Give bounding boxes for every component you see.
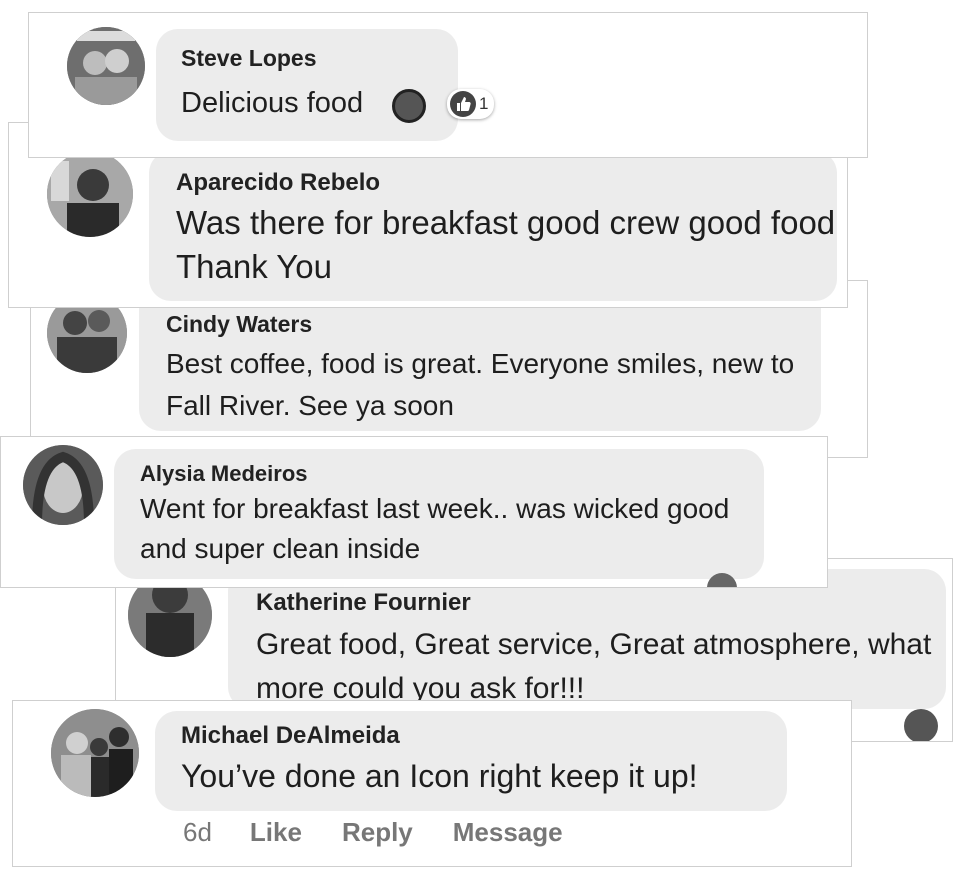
comment-text: Was there for breakfast good crew good f… bbox=[176, 204, 836, 285]
like-link[interactable]: Like bbox=[250, 817, 302, 847]
comment-text: You’ve done an Icon right keep it up! bbox=[181, 758, 698, 794]
comment-text: Great food, Great service, Great atmosph… bbox=[256, 628, 932, 705]
commenter-name[interactable]: Steve Lopes bbox=[181, 45, 317, 72]
avatar[interactable] bbox=[67, 27, 145, 105]
commenter-name[interactable]: Aparecido Rebelo bbox=[176, 169, 380, 197]
reaction-icon[interactable] bbox=[904, 709, 938, 741]
commenter-name[interactable]: Katherine Fournier bbox=[256, 589, 471, 617]
message-link[interactable]: Message bbox=[453, 817, 563, 847]
comment-text: Went for breakfast last week.. was wicke… bbox=[140, 493, 730, 564]
comment-timestamp: 6d bbox=[183, 817, 212, 847]
reaction-count: 1 bbox=[479, 94, 489, 113]
thumbs-up-icon bbox=[450, 91, 476, 117]
avatar[interactable] bbox=[23, 445, 103, 525]
avatar[interactable] bbox=[47, 151, 133, 237]
comment-card-alysia: Alysia Medeiros Went for breakfast last … bbox=[0, 436, 828, 588]
food-emoji-icon bbox=[392, 89, 426, 123]
reaction-badge[interactable]: 1 bbox=[447, 89, 495, 119]
reply-link[interactable]: Reply bbox=[342, 817, 413, 847]
comment-card-michael: Michael DeAlmeida You’ve done an Icon ri… bbox=[12, 700, 852, 867]
comment-card-steve: Steve Lopes Delicious food 1 bbox=[28, 12, 868, 158]
comment-text: Best coffee, food is great. Everyone smi… bbox=[166, 348, 795, 421]
commenter-name[interactable]: Cindy Waters bbox=[166, 311, 312, 338]
commenter-name[interactable]: Michael DeAlmeida bbox=[181, 722, 400, 750]
comment-text: Delicious food bbox=[181, 87, 364, 119]
commenter-name[interactable]: Alysia Medeiros bbox=[140, 461, 308, 487]
avatar[interactable] bbox=[51, 709, 139, 797]
comment-actions: 6d Like Reply Message bbox=[183, 817, 603, 848]
